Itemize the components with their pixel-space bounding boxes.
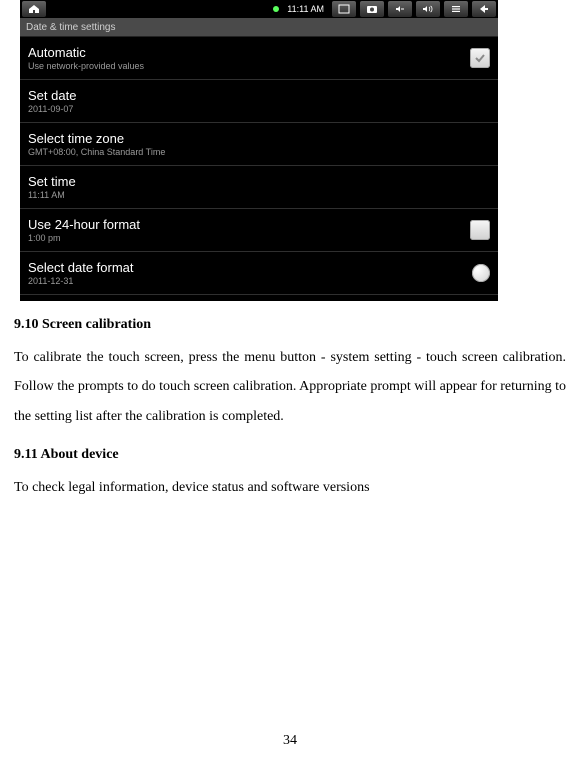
page-number: 34 (0, 733, 580, 749)
row-title: Use 24-hour format (28, 217, 140, 232)
row-date-format[interactable]: Select date format 2011-12-31 (20, 252, 498, 295)
row-title: Select time zone (28, 131, 165, 146)
row-sub: GMT+08:00, China Standard Time (28, 147, 165, 157)
row-automatic[interactable]: Automatic Use network-provided values (20, 37, 498, 80)
back-arrow-icon (478, 4, 490, 14)
vol-up-button[interactable] (416, 1, 440, 17)
row-title: Set date (28, 88, 76, 103)
home-button[interactable] (22, 1, 46, 17)
row-set-time[interactable]: Set time 11:11 AM (20, 166, 498, 209)
checkbox-24hour[interactable] (470, 220, 490, 240)
row-24hour[interactable]: Use 24-hour format 1:00 pm (20, 209, 498, 252)
row-sub: 2011-12-31 (28, 276, 134, 286)
heading-911: 9.11 About device (14, 447, 566, 463)
para-910: To calibrate the touch screen, press the… (14, 343, 566, 431)
settings-title: Date & time settings (26, 22, 115, 33)
status-bar: 11:11 AM (20, 0, 498, 18)
checkbox-automatic[interactable] (470, 48, 490, 68)
home-icon (28, 4, 40, 14)
radio-date-format[interactable] (472, 264, 490, 282)
row-title: Set time (28, 174, 76, 189)
heading-910: 9.10 Screen calibration (14, 317, 566, 333)
row-set-date[interactable]: Set date 2011-09-07 (20, 80, 498, 123)
clock: 11:11 AM (283, 4, 328, 14)
row-sub: 2011-09-07 (28, 104, 76, 114)
row-sub: Use network-provided values (28, 61, 144, 71)
camera-icon (366, 4, 378, 14)
row-title: Automatic (28, 45, 144, 60)
back-button[interactable] (472, 1, 496, 17)
settings-title-bar: Date & time settings (20, 18, 498, 37)
screenshot-button[interactable] (332, 1, 356, 17)
row-title: Select date format (28, 260, 134, 275)
camera-button[interactable] (360, 1, 384, 17)
speaker-minus-icon (394, 4, 406, 14)
row-time-zone[interactable]: Select time zone GMT+08:00, China Standa… (20, 123, 498, 166)
status-dot-icon (273, 6, 279, 12)
rect-icon (338, 4, 350, 14)
para-911: To check legal information, device statu… (14, 473, 566, 502)
settings-screenshot: 11:11 AM (20, 0, 498, 301)
menu-button[interactable] (444, 1, 468, 17)
check-icon (473, 51, 487, 65)
row-sub: 11:11 AM (28, 190, 76, 200)
menu-icon (450, 4, 462, 14)
vol-down-button[interactable] (388, 1, 412, 17)
row-sub: 1:00 pm (28, 233, 140, 243)
speaker-plus-icon (422, 4, 434, 14)
